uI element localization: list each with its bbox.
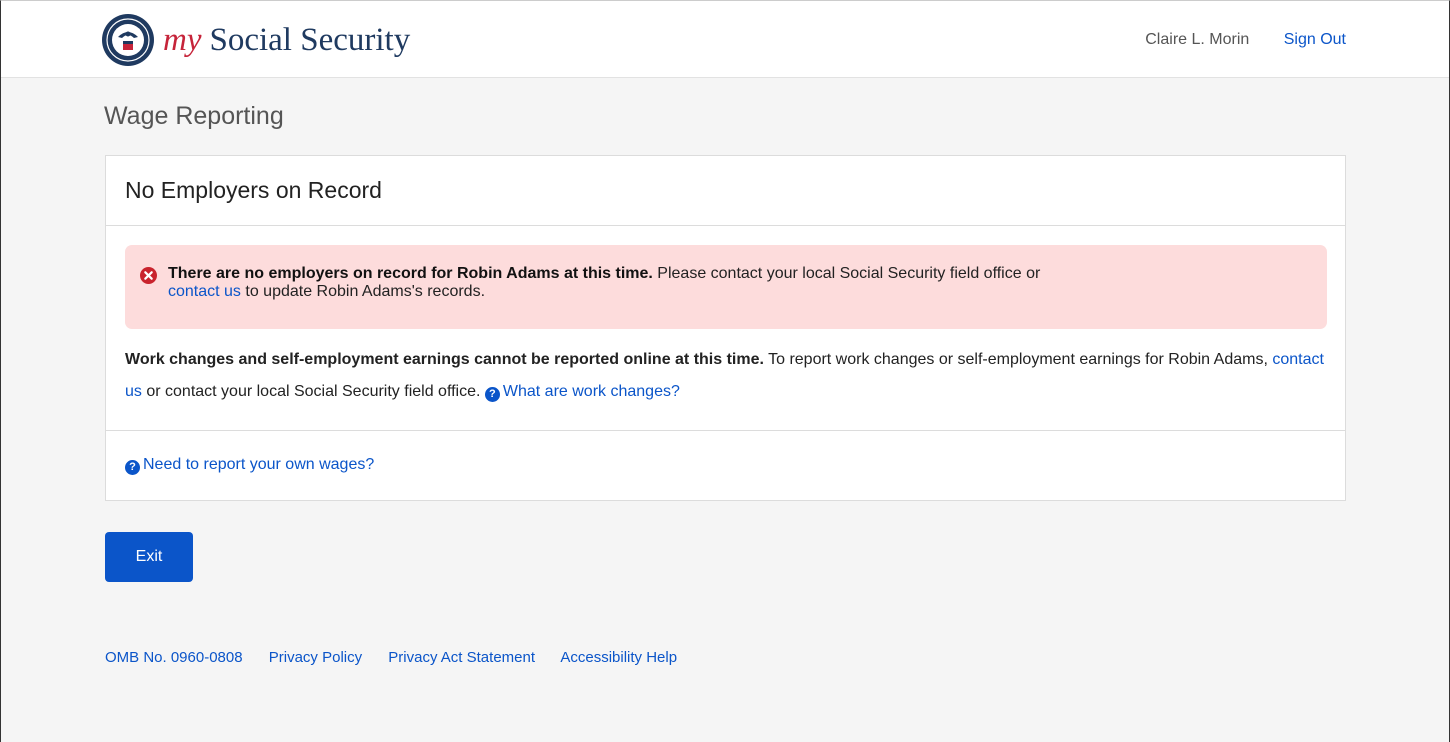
footer-links: OMB No. 0960-0808 Privacy Policy Privacy… <box>105 649 699 666</box>
ssa-logo[interactable]: my Social Security <box>101 13 410 67</box>
work-changes-help-label: What are work changes? <box>502 383 680 400</box>
card-divider <box>106 430 1345 431</box>
info-text-end: or contact your local Social Security fi… <box>141 383 485 400</box>
ssa-seal-icon <box>102 14 154 66</box>
work-changes-help-link[interactable]: ? What are work changes? <box>484 383 680 402</box>
exit-button[interactable]: Exit <box>105 532 193 582</box>
info-text: To report work changes or self-employmen… <box>763 351 1273 368</box>
brand-my: my <box>163 21 202 58</box>
alert-contact-us-link[interactable]: contact us <box>168 283 241 300</box>
question-circle-icon: ? <box>484 387 500 402</box>
info-bold-text: Work changes and self-employment earning… <box>125 351 764 368</box>
sign-out-link[interactable]: Sign Out <box>1284 31 1346 48</box>
alert-text-end: to update Robin Adams's records. <box>240 283 486 300</box>
error-circle-x-icon <box>140 267 157 284</box>
own-wages-link[interactable]: ? Need to report your own wages? <box>125 456 374 475</box>
brand-title: Social Security <box>209 21 411 58</box>
brand-name: my Social Security <box>163 22 410 59</box>
question-circle-icon: ? <box>125 460 140 475</box>
error-alert: There are no employers on record for Rob… <box>125 245 1327 329</box>
alert-bold-text: There are no employers on record for Rob… <box>168 265 653 282</box>
employers-card: No Employers on Record There are no empl… <box>105 155 1346 501</box>
footer-privacy-act-link[interactable]: Privacy Act Statement <box>388 649 535 666</box>
site-header: my Social Security Claire L. Morin Sign O… <box>1 1 1449 78</box>
user-nav: Claire L. Morin Sign Out <box>1145 31 1346 49</box>
own-wages-label: Need to report your own wages? <box>143 456 375 473</box>
footer-omb-link[interactable]: OMB No. 0960-0808 <box>105 649 243 666</box>
user-name: Claire L. Morin <box>1145 31 1250 48</box>
page-title: Wage Reporting <box>104 102 284 130</box>
card-title: No Employers on Record <box>106 156 1345 226</box>
footer-accessibility-link[interactable]: Accessibility Help <box>560 649 677 666</box>
alert-text: Please contact your local Social Securit… <box>652 265 1041 282</box>
work-changes-info: Work changes and self-employment earning… <box>125 344 1335 408</box>
footer-privacy-policy-link[interactable]: Privacy Policy <box>269 649 362 666</box>
